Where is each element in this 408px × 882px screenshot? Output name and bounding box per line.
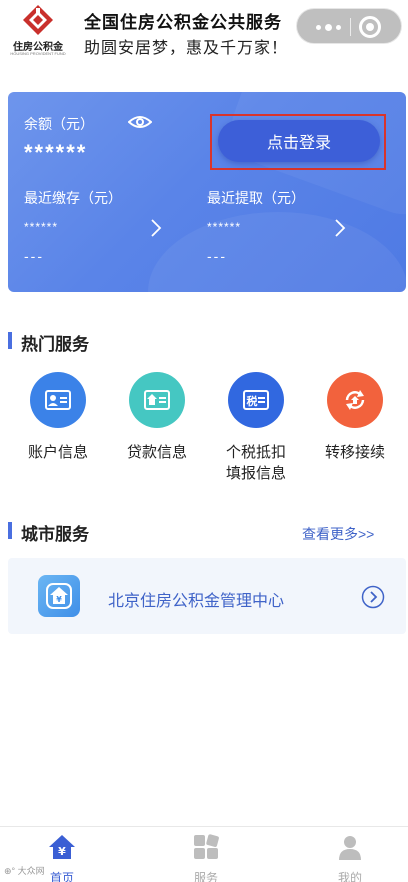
service-transfer[interactable]: 转移接续	[315, 372, 395, 463]
app-slogan: 助圆安居梦，惠及千万家！	[84, 38, 289, 57]
city-services-title: 城市服务	[8, 520, 89, 545]
account-card-icon	[30, 372, 86, 428]
tab-services[interactable]: 服务	[166, 833, 246, 882]
balance-card: 余额（元） ****** 点击登录 最近缴存（元） ****** --- 最近提…	[8, 92, 406, 292]
login-button[interactable]: 点击登录	[218, 120, 380, 162]
eye-icon[interactable]	[128, 114, 152, 130]
transfer-refresh-icon	[327, 372, 383, 428]
mini-program-capsule	[296, 8, 402, 44]
svg-text:¥: ¥	[58, 845, 66, 858]
close-mini-program-icon[interactable]	[359, 16, 381, 38]
chevron-circle-right-icon[interactable]	[361, 585, 385, 609]
bottom-tab-bar: ¥ 首页 服务 我的	[0, 826, 408, 882]
balance-value: ******	[24, 140, 88, 165]
tab-me[interactable]: 我的	[310, 833, 390, 882]
recent-deposit-label: 最近缴存（元）	[24, 190, 122, 206]
hot-services-title: 热门服务	[8, 330, 89, 355]
recent-deposit-date: ---	[24, 248, 44, 264]
view-more-link[interactable]: 查看更多>>	[302, 524, 374, 544]
house-yuan-icon: ¥	[38, 575, 80, 617]
more-menu-icon[interactable]	[307, 9, 349, 45]
balance-label: 余额（元）	[24, 116, 94, 132]
person-icon	[339, 836, 361, 860]
svg-text:¥: ¥	[56, 595, 62, 604]
service-label: 个税抵扣 填报信息	[216, 442, 296, 484]
service-label-line1: 个税抵扣	[225, 444, 286, 461]
tab-label: 服务	[193, 871, 218, 882]
service-tax-deduction[interactable]: 税 个税抵扣 填报信息	[216, 372, 296, 484]
service-account-info[interactable]: 账户信息	[18, 372, 98, 463]
city-service-name: 北京住房公积金管理中心	[108, 593, 285, 610]
app-header: 住房公积金 HOUSING PROVIDENT FUND 全国住房公积金公共服务…	[0, 0, 408, 70]
loan-house-icon	[129, 372, 185, 428]
grid-service-icon	[194, 834, 219, 859]
logo-subtext: HOUSING PROVIDENT FUND	[10, 51, 66, 56]
tax-icon: 税	[228, 372, 284, 428]
recent-withdraw-label: 最近提取（元）	[207, 190, 305, 206]
service-loan-info[interactable]: 贷款信息	[117, 372, 197, 463]
logo-emblem-icon	[23, 5, 53, 35]
service-label-line2: 填报信息	[225, 465, 286, 482]
city-service-item[interactable]: ¥ 北京住房公积金管理中心	[8, 558, 406, 634]
chevron-right-icon[interactable]	[150, 218, 162, 238]
capsule-divider	[350, 18, 351, 36]
recent-withdraw-date: ---	[207, 248, 227, 264]
service-label: 贷款信息	[126, 444, 187, 461]
service-label: 转移接续	[324, 444, 385, 461]
tax-icon-glyph: 税	[247, 394, 258, 408]
chevron-right-icon[interactable]	[334, 218, 346, 238]
source-watermark: ⊕° 大众网	[4, 866, 45, 876]
app-title: 全国住房公积金公共服务	[84, 13, 282, 32]
provident-fund-logo: 住房公积金 HOUSING PROVIDENT FUND	[6, 4, 70, 64]
home-yuan-icon: ¥	[49, 835, 75, 859]
tab-label: 我的	[337, 871, 362, 882]
service-label: 账户信息	[27, 444, 88, 461]
